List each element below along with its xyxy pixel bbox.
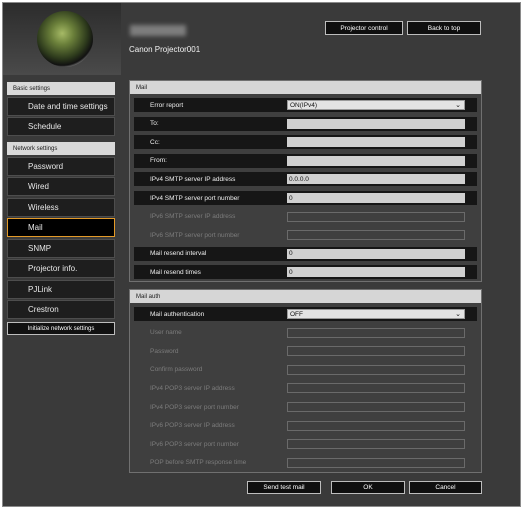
form-row-error-report: Error report ON(IPv4) ⌄	[134, 98, 477, 112]
sidebar-item-schedule[interactable]: Schedule	[7, 117, 115, 136]
sidebar-item-mail[interactable]: Mail	[7, 218, 115, 237]
app-window: Canon Projector001 Projector control Bac…	[2, 2, 521, 507]
field-label: To:	[150, 120, 159, 128]
to-input[interactable]	[287, 118, 465, 129]
redacted-model-name	[130, 25, 186, 36]
ipv6-pop3-server-ip-address-input	[287, 420, 465, 431]
form-row-to: To:	[134, 116, 477, 131]
form-row-mail-resend-times: Mail resend times 0	[134, 265, 477, 280]
field-label: IPv6 SMTP server IP address	[150, 213, 236, 221]
form-row-ipv4-pop3-server-port-number: IPv4 POP3 server port number	[134, 400, 477, 414]
field-label: IPv4 SMTP server IP address	[150, 175, 236, 183]
field-label: Cc:	[150, 138, 160, 146]
chevron-down-icon[interactable]: ⌄	[454, 102, 462, 109]
sidebar-item-wireless[interactable]: Wireless	[7, 197, 115, 217]
form-row-user-name: User name	[134, 326, 477, 340]
ipv6-pop3-server-port-number-input	[287, 439, 465, 450]
network-settings-list: Password Wired Wireless Mail SNMP Projector i…	[7, 156, 115, 319]
projector-control-button[interactable]: Projector control	[325, 21, 403, 35]
field-label: From:	[150, 157, 167, 165]
field-value: 0	[289, 194, 293, 202]
mail-resend-times-input[interactable]: 0	[287, 267, 465, 278]
field-label: User name	[150, 329, 182, 337]
field-label: Password	[150, 347, 179, 355]
sidebar-header-network: Network settings	[7, 142, 115, 155]
mail-authentication-select[interactable]: OFF ⌄	[287, 309, 465, 319]
error-report-select[interactable]: ON(IPv4) ⌄	[287, 100, 465, 110]
ipv6-smtp-server-port-number-input	[287, 230, 465, 241]
logo-area	[3, 3, 121, 75]
field-label: Mail resend interval	[150, 250, 207, 258]
confirm-password-input	[287, 364, 465, 375]
sidebar-item-date-and-time-settings[interactable]: Date and time settings	[7, 96, 115, 116]
user-name-input	[287, 327, 465, 338]
cc-input[interactable]	[287, 137, 465, 148]
field-label: POP before SMTP response time	[150, 459, 247, 467]
sidebar-header-basic: Basic settings	[7, 82, 115, 95]
basic-settings-list: Date and time settings Schedule	[7, 96, 115, 136]
ipv6-smtp-server-ip-address-input	[287, 211, 465, 222]
mail-resend-interval-input[interactable]: 0	[287, 248, 465, 259]
sidebar-item-crestron[interactable]: Crestron	[7, 300, 115, 319]
send-test-mail-button[interactable]: Send test mail	[247, 481, 321, 494]
mail-auth-panel: Mail auth Mail authentication OFF ⌄ User na…	[129, 289, 482, 473]
initialize-network-settings-button[interactable]: Initialize network settings	[7, 322, 115, 335]
field-value: 0	[289, 250, 293, 258]
mail-auth-panel-title: Mail auth	[130, 290, 481, 303]
form-row-ipv6-smtp-server-ip-address: IPv6 SMTP server IP address	[134, 210, 477, 224]
ipv4-pop3-server-port-number-input	[287, 402, 465, 412]
ok-button[interactable]: OK	[331, 481, 405, 494]
form-row-cc: Cc:	[134, 135, 477, 150]
field-label: IPv4 POP3 server port number	[150, 403, 239, 411]
field-label: IPv6 SMTP server port number	[150, 231, 240, 239]
chevron-down-icon[interactable]: ⌄	[454, 311, 462, 318]
ipv4-pop3-server-ip-address-input	[287, 383, 465, 394]
form-row-from: From:	[134, 153, 477, 168]
field-value: ON(IPv4)	[290, 101, 318, 109]
form-row-ipv4-smtp-server-ip-address: IPv4 SMTP server IP address 0.0.0.0	[134, 172, 477, 187]
password-input	[287, 346, 465, 357]
projector-lens-logo	[37, 11, 93, 67]
header: Canon Projector001 Projector control Bac…	[3, 3, 520, 75]
field-label: IPv4 SMTP server port number	[150, 194, 240, 202]
form-row-ipv4-pop3-server-ip-address: IPv4 POP3 server IP address	[134, 381, 477, 395]
form-row-ipv4-smtp-server-port-number: IPv4 SMTP server port number 0	[134, 191, 477, 205]
form-row-pop-before-smtp-response-time: POP before SMTP response time	[134, 456, 477, 470]
form-row-ipv6-pop3-server-ip-address: IPv6 POP3 server IP address	[134, 419, 477, 433]
field-value: OFF	[290, 310, 303, 318]
field-value: 0	[289, 268, 293, 276]
pop-before-smtp-response-time-input	[287, 457, 465, 468]
field-label: IPv6 POP3 server IP address	[150, 422, 235, 430]
form-row-ipv6-smtp-server-port-number: IPv6 SMTP server port number	[134, 228, 477, 242]
form-row-confirm-password: Confirm password	[134, 363, 477, 377]
from-input[interactable]	[287, 155, 465, 166]
sidebar-item-pjlink[interactable]: PJLink	[7, 279, 115, 299]
field-label: IPv4 POP3 server IP address	[150, 384, 235, 392]
sidebar: Basic settings Date and time settings Sch…	[7, 82, 115, 335]
mail-panel-title: Mail	[130, 81, 481, 94]
sidebar-item-wired[interactable]: Wired	[7, 177, 115, 196]
mail-panel: Mail Error report ON(IPv4) ⌄ To: Cc: From: IPv…	[129, 80, 482, 282]
ipv4-smtp-server-ip-address-input[interactable]: 0.0.0.0	[287, 174, 465, 185]
field-label: Error report	[150, 101, 184, 109]
device-name: Canon Projector001	[129, 45, 201, 54]
back-to-top-button[interactable]: Back to top	[407, 21, 481, 35]
sidebar-item-snmp[interactable]: SNMP	[7, 238, 115, 258]
form-row-mail-authentication: Mail authentication OFF ⌄	[134, 307, 477, 321]
field-label: Mail authentication	[150, 310, 205, 318]
cancel-button[interactable]: Cancel	[409, 481, 482, 494]
ipv4-smtp-server-port-number-input[interactable]: 0	[287, 193, 465, 203]
sidebar-item-projector-info[interactable]: Projector info.	[7, 259, 115, 278]
field-value: 0.0.0.0	[289, 175, 309, 183]
field-label: Mail resend times	[150, 268, 201, 276]
form-row-ipv6-pop3-server-port-number: IPv6 POP3 server port number	[134, 437, 477, 451]
form-row-password: Password	[134, 344, 477, 358]
form-row-mail-resend-interval: Mail resend interval 0	[134, 246, 477, 261]
field-label: IPv6 POP3 server port number	[150, 440, 239, 448]
field-label: Confirm password	[150, 366, 203, 374]
sidebar-item-password[interactable]: Password	[7, 156, 115, 176]
